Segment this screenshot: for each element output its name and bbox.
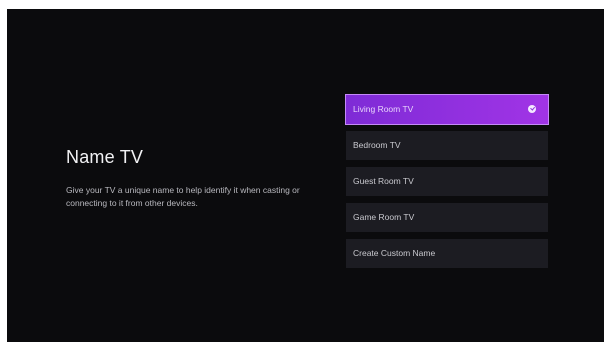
check-circle-icon [528, 105, 536, 113]
name-options-list: Living Room TV Bedroom TV Guest Room TV … [345, 94, 549, 275]
option-guest-room-tv[interactable]: Guest Room TV [346, 167, 548, 196]
page-description: Give your TV a unique name to help ident… [66, 185, 300, 208]
page-title: Name TV [66, 147, 144, 167]
option-living-room-tv[interactable]: Living Room TV [345, 94, 549, 125]
option-label: Bedroom TV [353, 140, 401, 150]
info-panel: Name TV Give your TV a unique name to he… [66, 147, 326, 209]
option-label: Guest Room TV [353, 176, 414, 186]
tv-screen: Name TV Give your TV a unique name to he… [7, 9, 604, 342]
option-label: Game Room TV [353, 212, 415, 222]
option-game-room-tv[interactable]: Game Room TV [346, 203, 548, 232]
option-create-custom-name[interactable]: Create Custom Name [346, 239, 548, 268]
option-label: Create Custom Name [353, 248, 436, 258]
option-bedroom-tv[interactable]: Bedroom TV [346, 131, 548, 160]
option-label: Living Room TV [353, 104, 414, 114]
